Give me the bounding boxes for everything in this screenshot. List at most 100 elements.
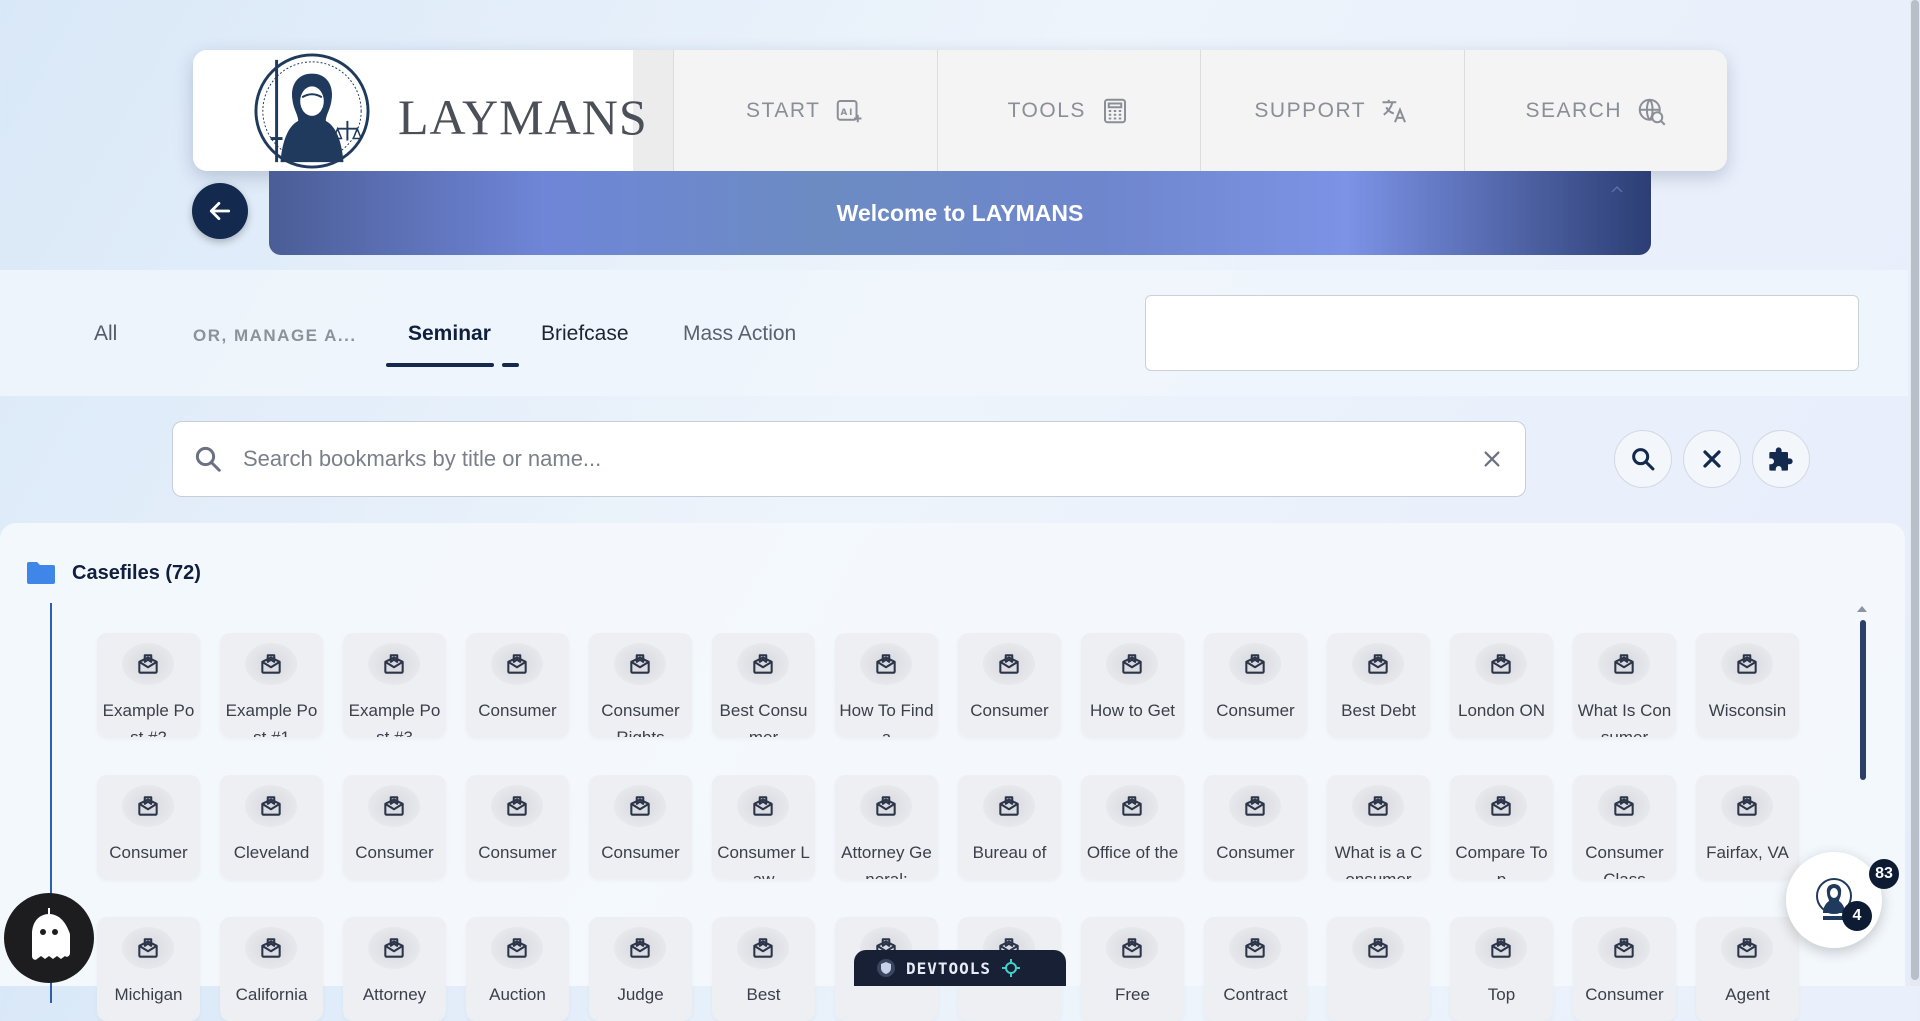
casefile-card[interactable]: Best Consumer <box>712 633 815 737</box>
scroll-up-arrow-icon[interactable] <box>1857 606 1867 612</box>
welcome-banner: Welcome to LAYMANS <box>269 171 1651 255</box>
casefile-card[interactable]: California <box>220 917 323 1021</box>
casefile-title: Consumer Class <box>1585 843 1664 879</box>
casefiles-header[interactable]: Casefiles (72) <box>26 561 201 585</box>
casefile-card[interactable]: Agent <box>1696 917 1799 1021</box>
bookmark-book-icon <box>122 927 174 969</box>
welcome-title: Welcome to LAYMANS <box>836 199 1084 226</box>
casefile-card[interactable]: Consumer <box>1204 633 1307 737</box>
casefile-card[interactable]: Wisconsin <box>1696 633 1799 737</box>
casefile-card[interactable]: Bureau of <box>958 775 1061 879</box>
casefile-card[interactable]: Consumer <box>97 775 200 879</box>
casefile-title: Fairfax, VA <box>1706 843 1789 862</box>
casefile-card[interactable]: Consumer Rights <box>589 633 692 737</box>
tab-band-input[interactable] <box>1145 295 1859 371</box>
casefile-card[interactable]: Example Post #1 <box>220 633 323 737</box>
top-navigation: LAYMANS START AI TOOLS SUPPORT SEARCH <box>193 50 1727 171</box>
casefile-card[interactable]: Consumer <box>343 775 446 879</box>
casefile-card[interactable]: Cleveland <box>220 775 323 879</box>
clear-icon[interactable] <box>1481 448 1503 470</box>
casefile-card[interactable]: How to Get <box>1081 633 1184 737</box>
casefile-card[interactable]: London ON <box>1450 633 1553 737</box>
casefile-title: Wisconsin <box>1708 701 1787 720</box>
message-count-badge: 4 <box>1842 901 1872 931</box>
casefile-card[interactable]: Best <box>712 917 815 1021</box>
search-button[interactable] <box>1614 430 1672 488</box>
casefile-card[interactable]: Consumer Class <box>1573 775 1676 879</box>
casefile-card[interactable]: Example Post #2 <box>97 633 200 737</box>
nav-search[interactable]: SEARCH <box>1465 50 1728 171</box>
devtools-toggle[interactable]: DEVTOOLS <box>854 950 1066 986</box>
nav-support[interactable]: SUPPORT <box>1201 50 1465 171</box>
casefile-card[interactable]: Michigan <box>97 917 200 1021</box>
extensions-button[interactable] <box>1752 430 1810 488</box>
casefile-card[interactable]: Fairfax, VA <box>1696 775 1799 879</box>
casefile-title: Best <box>746 985 781 1004</box>
casefile-card[interactable]: Consumer <box>1204 775 1307 879</box>
page-scrollbar-thumb[interactable] <box>1911 0 1919 980</box>
casefile-card[interactable]: Free <box>1081 917 1184 1021</box>
nav-tools[interactable]: TOOLS <box>938 50 1201 171</box>
casefile-title: Consumer <box>1216 701 1295 720</box>
folder-icon <box>27 562 55 584</box>
tab-all[interactable]: All <box>94 322 117 346</box>
profile-avatar-button[interactable] <box>1786 852 1882 948</box>
brand-logo[interactable]: LAYMANS <box>193 50 647 171</box>
casefile-card[interactable]: Consumer <box>589 775 692 879</box>
casefile-title: Consumer <box>478 701 557 720</box>
bookmark-book-icon <box>614 927 666 969</box>
casefile-card[interactable]: Attorney <box>343 917 446 1021</box>
casefile-card[interactable]: Judge <box>589 917 692 1021</box>
casefile-card[interactable]: Compare Top <box>1450 775 1553 879</box>
bookmark-book-icon <box>122 643 174 685</box>
casefile-card[interactable]: What is a Consumer <box>1327 775 1430 879</box>
back-button[interactable] <box>192 183 248 239</box>
bookmark-search-bar[interactable]: Search bookmarks by title or name... <box>172 421 1526 497</box>
bookmark-book-icon <box>1475 643 1527 685</box>
grid-scrollbar[interactable] <box>1860 620 1866 780</box>
casefile-card[interactable]: Example Post #3 <box>343 633 446 737</box>
casefile-card[interactable]: Consumer <box>1573 917 1676 1021</box>
tab-organization[interactable]: OR, MANAGE A... <box>193 326 357 346</box>
bookmark-book-icon <box>491 785 543 827</box>
casefile-card[interactable]: Consumer <box>466 633 569 737</box>
casefile-title: Agent <box>1725 985 1770 1004</box>
casefile-card[interactable]: What Is Consumer <box>1573 633 1676 737</box>
bookmark-book-icon <box>245 643 297 685</box>
casefile-card[interactable]: Top <box>1450 917 1553 1021</box>
casefile-title: Example Post #3 <box>348 701 441 737</box>
casefile-card[interactable]: Consumer Law <box>712 775 815 879</box>
bookmark-book-icon <box>860 643 912 685</box>
assistant-button[interactable] <box>4 893 94 983</box>
casefile-title: Best Debt <box>1341 701 1416 720</box>
casefile-title: Example Post #2 <box>102 701 195 737</box>
casefile-title: Attorney General: <box>841 843 932 879</box>
tab-mass-action[interactable]: Mass Action <box>683 322 803 346</box>
casefile-card[interactable] <box>1327 917 1430 1021</box>
nav-tools-label: TOOLS <box>1007 98 1086 122</box>
notification-count-badge: 83 <box>1869 859 1899 889</box>
casefile-card[interactable]: Contract <box>1204 917 1307 1021</box>
bookmark-book-icon <box>1598 643 1650 685</box>
nav-search-label: SEARCH <box>1525 98 1623 122</box>
tab-briefcase[interactable]: Briefcase <box>541 322 629 346</box>
casefile-card[interactable]: Best Debt <box>1327 633 1430 737</box>
nav-start[interactable]: START AI <box>674 50 938 171</box>
tab-seminar[interactable]: Seminar <box>408 322 494 346</box>
casefile-card[interactable]: Attorney General: <box>835 775 938 879</box>
search-icon <box>195 446 221 472</box>
casefile-title: Office of the <box>1086 843 1179 862</box>
casefile-card[interactable]: Auction <box>466 917 569 1021</box>
casefile-card[interactable]: Office of the <box>1081 775 1184 879</box>
casefile-card[interactable]: Consumer <box>466 775 569 879</box>
bookmark-book-icon <box>122 785 174 827</box>
casefile-title: What is a Consumer <box>1334 843 1423 879</box>
chevron-up-icon[interactable] <box>1611 185 1623 193</box>
casefile-card[interactable]: How To Find a <box>835 633 938 737</box>
clear-search-button[interactable] <box>1683 430 1741 488</box>
bookmark-book-icon <box>1352 643 1404 685</box>
bookmark-book-icon <box>1475 785 1527 827</box>
search-input[interactable]: Search bookmarks by title or name... <box>243 446 1481 472</box>
bookmark-book-icon <box>368 643 420 685</box>
casefile-card[interactable]: Consumer <box>958 633 1061 737</box>
